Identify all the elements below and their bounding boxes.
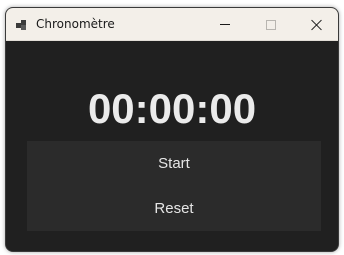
controls-panel: Start Reset [27,141,321,231]
reset-button[interactable]: Reset [27,186,321,231]
client-area: 00:00:00 Start Reset [6,41,338,251]
close-button[interactable] [294,8,338,41]
app-icon [16,18,28,30]
timer-display: 00:00:00 [87,85,257,132]
window-title: Chronomètre [36,17,115,31]
close-icon [311,19,323,31]
app-window: Chronomètre 00:00:00 Start Reset [5,7,339,252]
minimize-button[interactable] [202,8,248,41]
start-button[interactable]: Start [27,141,321,186]
title-bar[interactable]: Chronomètre [6,8,338,41]
maximize-button[interactable] [248,8,294,41]
maximize-icon [266,19,276,30]
minimize-icon [220,24,230,25]
